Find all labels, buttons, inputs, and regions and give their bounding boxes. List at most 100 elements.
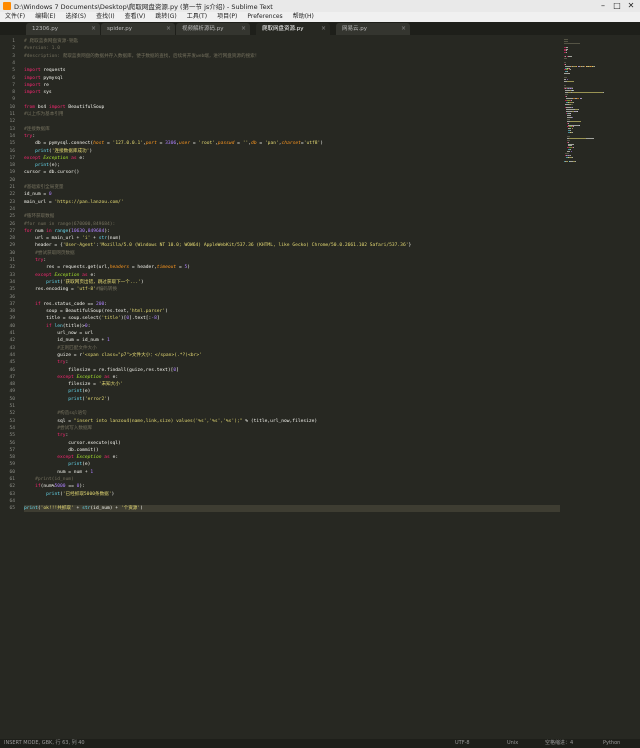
minimap-line bbox=[568, 56, 573, 58]
minimap-line bbox=[564, 42, 581, 44]
code-line: res.encoding = 'utf-8'#编码转换 bbox=[24, 287, 118, 293]
maximize-icon[interactable]: □ bbox=[610, 0, 624, 12]
line-number: 21 bbox=[9, 185, 15, 190]
line-number: 52 bbox=[9, 411, 15, 417]
tab[interactable]: spider.py × bbox=[101, 23, 175, 35]
line-number: 63 bbox=[9, 491, 15, 497]
minimap[interactable] bbox=[560, 35, 640, 739]
status-syntax[interactable]: Python bbox=[603, 739, 620, 748]
line-number: 20 bbox=[9, 177, 15, 183]
code-line: #尝试获取网页数据 bbox=[35, 250, 75, 256]
menu-item[interactable]: 查看(V) bbox=[120, 12, 151, 22]
line-number: 56 bbox=[9, 440, 15, 446]
menu-item[interactable]: 工具(T) bbox=[182, 12, 212, 22]
line-number: 38 bbox=[9, 309, 15, 315]
status-tab-size[interactable]: 空格缩进：4 bbox=[545, 739, 573, 748]
line-number: 45 bbox=[9, 360, 15, 366]
code-line: #print(id_num) bbox=[35, 477, 74, 482]
minimap-line bbox=[574, 160, 576, 162]
close-icon[interactable]: × bbox=[401, 23, 406, 35]
tab-label: 网易云.py bbox=[342, 26, 367, 32]
minimap-line bbox=[564, 77, 567, 78]
menu-item[interactable]: 文件(F) bbox=[0, 12, 30, 22]
minimap-line bbox=[572, 126, 574, 128]
minimap-line bbox=[570, 99, 572, 101]
menu-item[interactable]: 跳转(G) bbox=[150, 12, 181, 22]
code-line: print(e) bbox=[68, 462, 91, 468]
code-line: print('已经抓取5000条数据') bbox=[46, 491, 115, 497]
minimap-line bbox=[569, 130, 571, 132]
code-line: #尝试写入数据库 bbox=[57, 425, 93, 431]
line-number: 50 bbox=[9, 396, 15, 402]
menu-item[interactable]: 编辑(E) bbox=[30, 12, 60, 22]
code-editor[interactable]: 1 2 3 4 5 6 7 8 9 10 11 12 13 14 15 16 17 18 19 20 21 22 23 24 2… bbox=[0, 35, 640, 739]
menu-item[interactable]: Preferences bbox=[242, 12, 287, 22]
minimap-line bbox=[564, 61, 566, 63]
close-icon[interactable]: × bbox=[91, 23, 96, 35]
line-number: 5 bbox=[12, 68, 15, 74]
line-number: 16 bbox=[9, 148, 15, 154]
tab[interactable]: 爬取网盘资源.py × bbox=[256, 23, 330, 35]
menu-item[interactable]: 查找(I) bbox=[91, 12, 119, 22]
code-line: #version: 1.0 bbox=[24, 46, 60, 52]
minimap-line bbox=[571, 103, 573, 105]
code-line: if res.status_code == 200: bbox=[35, 301, 108, 307]
minimap-line bbox=[570, 113, 572, 115]
code-line: # 爬取蓝奏网盘资源-钥匙 bbox=[24, 39, 79, 44]
menu-item[interactable]: 选择(S) bbox=[61, 12, 92, 22]
minimap-line bbox=[568, 141, 570, 143]
code-line: main_url = 'https://pan.lanzou.com/' bbox=[24, 199, 124, 205]
code-line: id_num = id_num + 1 bbox=[24, 338, 110, 344]
status-line-endings[interactable]: Unix bbox=[507, 739, 518, 748]
line-number: 28 bbox=[9, 236, 15, 242]
line-number: 13 bbox=[9, 126, 15, 132]
minimap-line bbox=[569, 69, 571, 71]
line-number: 6 bbox=[12, 75, 15, 81]
code-area[interactable]: # 爬取蓝奏网盘资源-钥匙 #version: 1.0 #description: … bbox=[24, 35, 560, 739]
code-line: header = {'User-Agent':'Mozilla/5.0 (Win… bbox=[24, 243, 412, 249]
line-number: 11 bbox=[9, 112, 15, 117]
close-icon[interactable]: × bbox=[166, 23, 171, 35]
line-number: 18 bbox=[9, 163, 15, 169]
tab[interactable]: 12306.py × bbox=[26, 23, 100, 35]
line-number: 39 bbox=[9, 316, 15, 322]
line-number: 35 bbox=[9, 287, 15, 293]
minimap-line bbox=[580, 97, 582, 99]
close-icon[interactable]: ✕ bbox=[624, 0, 638, 12]
close-icon[interactable]: × bbox=[241, 23, 246, 35]
menu-item[interactable]: 项目(P) bbox=[212, 12, 242, 22]
code-line: try: bbox=[57, 360, 69, 366]
minimap-line bbox=[567, 118, 570, 120]
minimap-line bbox=[577, 111, 579, 113]
code-line: if(num%5000 == 0): bbox=[35, 484, 85, 490]
line-number: 44 bbox=[9, 352, 15, 358]
code-line: if len(title)>0: bbox=[46, 323, 91, 329]
code-line: print('error2') bbox=[68, 396, 110, 402]
code-line: print(e); bbox=[35, 163, 60, 169]
code-line: except Exception as e: bbox=[24, 155, 85, 161]
minimap-line bbox=[569, 154, 571, 156]
tab[interactable]: 网易云.py × bbox=[336, 23, 410, 35]
close-icon[interactable]: × bbox=[321, 23, 326, 35]
minimap-line bbox=[571, 156, 573, 158]
minimap-line bbox=[564, 39, 568, 40]
minimap-line bbox=[565, 96, 567, 97]
code-line: id_num = 0 bbox=[24, 192, 52, 198]
line-number: 41 bbox=[9, 331, 15, 336]
minimap-line bbox=[571, 128, 574, 130]
line-number: 30 bbox=[9, 250, 15, 256]
minimap-line bbox=[564, 63, 566, 65]
minimap-line bbox=[573, 101, 575, 103]
minimap-line bbox=[566, 78, 568, 80]
line-number: 29 bbox=[9, 243, 15, 249]
line-number: 47 bbox=[9, 374, 15, 380]
tab[interactable]: 视频解析源码.py × bbox=[176, 23, 250, 35]
menu-item[interactable]: 帮助(H) bbox=[288, 12, 319, 22]
menu-bar: 文件(F) 编辑(E) 选择(S) 查找(I) 查看(V) 跳转(G) 工具(T) 项目(P)… bbox=[0, 12, 640, 22]
minimize-icon[interactable]: – bbox=[596, 0, 610, 12]
line-number: 23 bbox=[9, 199, 15, 205]
tab-label: spider.py bbox=[107, 26, 133, 32]
minimap-line bbox=[565, 46, 569, 48]
line-number: 14 bbox=[9, 133, 15, 139]
status-encoding[interactable]: UTF-8 bbox=[455, 739, 470, 748]
